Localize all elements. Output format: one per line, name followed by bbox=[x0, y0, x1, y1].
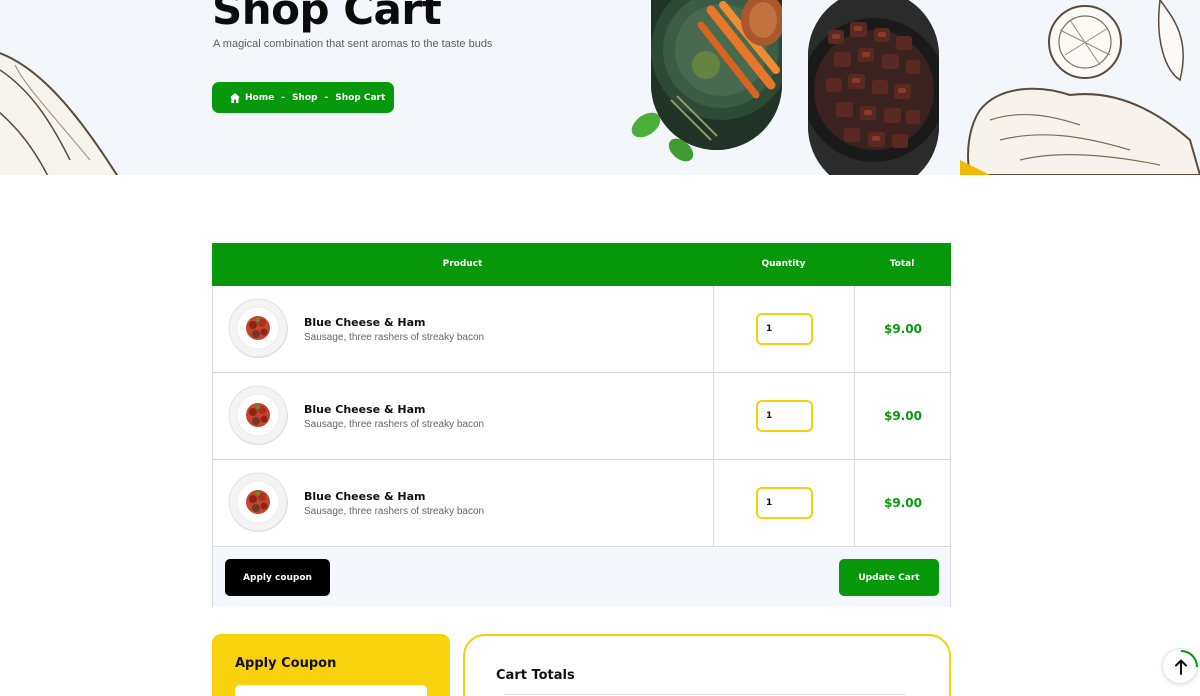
line-total: $9.00 bbox=[884, 322, 922, 336]
coupon-code-input[interactable] bbox=[235, 685, 427, 696]
column-divider bbox=[713, 286, 714, 372]
cart-totals-title: Cart Totals bbox=[496, 668, 575, 683]
cart-table-header: Product Quantity Total bbox=[212, 243, 951, 286]
cart-row: Blue Cheese & Ham Sausage, three rashers… bbox=[213, 373, 950, 460]
breadcrumb-separator: - bbox=[324, 92, 329, 103]
basil-leaf-decoration bbox=[631, 112, 694, 162]
breadcrumb-shop-link[interactable]: Shop bbox=[292, 93, 318, 103]
decorative-sketch-left bbox=[0, 52, 118, 175]
breadcrumb-separator: - bbox=[281, 92, 285, 103]
cart-table: Product Quantity Total Blue Cheese & Ham… bbox=[212, 243, 951, 607]
breadcrumb-current: Shop Cart bbox=[335, 92, 386, 103]
product-thumbnail[interactable] bbox=[228, 472, 288, 532]
quantity-input[interactable] bbox=[756, 487, 813, 519]
divider bbox=[505, 694, 905, 695]
cart-row: Blue Cheese & Ham Sausage, three rashers… bbox=[213, 286, 950, 373]
product-description: Sausage, three rashers of streaky bacon bbox=[304, 419, 485, 430]
breadcrumb: Home - Shop - Shop Cart bbox=[212, 82, 394, 113]
column-header-product: Product bbox=[442, 259, 483, 269]
cart-actions-bar: Apply coupon Update Cart bbox=[213, 548, 950, 607]
column-divider bbox=[713, 373, 714, 459]
apply-coupon-button[interactable]: Apply coupon bbox=[225, 559, 330, 596]
page-title: Shop Cart bbox=[212, 0, 442, 34]
apply-coupon-title: Apply Coupon bbox=[235, 656, 337, 671]
line-total: $9.00 bbox=[884, 496, 922, 510]
breadcrumb-home-link[interactable]: Home bbox=[245, 93, 274, 103]
product-description: Sausage, three rashers of streaky bacon bbox=[304, 506, 485, 517]
quantity-input[interactable] bbox=[756, 400, 813, 432]
page-hero: Shop Cart A magical combination that sen… bbox=[0, 0, 1200, 175]
update-cart-button[interactable]: Update Cart bbox=[839, 559, 939, 596]
product-name[interactable]: Blue Cheese & Ham bbox=[304, 490, 425, 503]
column-header-quantity: Quantity bbox=[761, 259, 806, 269]
home-icon bbox=[230, 92, 240, 103]
product-name[interactable]: Blue Cheese & Ham bbox=[304, 403, 425, 416]
page-subtitle: A magical combination that sent aromas t… bbox=[213, 38, 493, 50]
product-thumbnail[interactable] bbox=[228, 385, 288, 445]
apply-coupon-panel: Apply Coupon bbox=[212, 634, 450, 696]
decorative-sketch-right bbox=[960, 0, 1200, 175]
cart-row: Blue Cheese & Ham Sausage, three rashers… bbox=[213, 460, 950, 547]
line-total: $9.00 bbox=[884, 409, 922, 423]
product-thumbnail[interactable] bbox=[228, 298, 288, 358]
scroll-to-top-button[interactable] bbox=[1162, 648, 1198, 684]
quantity-input[interactable] bbox=[756, 313, 813, 345]
product-name[interactable]: Blue Cheese & Ham bbox=[304, 316, 425, 329]
cart-totals-panel: Cart Totals bbox=[463, 634, 951, 696]
arrow-up-icon bbox=[1175, 650, 1198, 675]
product-description: Sausage, three rashers of streaky bacon bbox=[304, 332, 485, 343]
column-header-total: Total bbox=[889, 259, 915, 269]
hero-dish-image-beef bbox=[808, 0, 939, 175]
column-divider bbox=[713, 460, 714, 546]
